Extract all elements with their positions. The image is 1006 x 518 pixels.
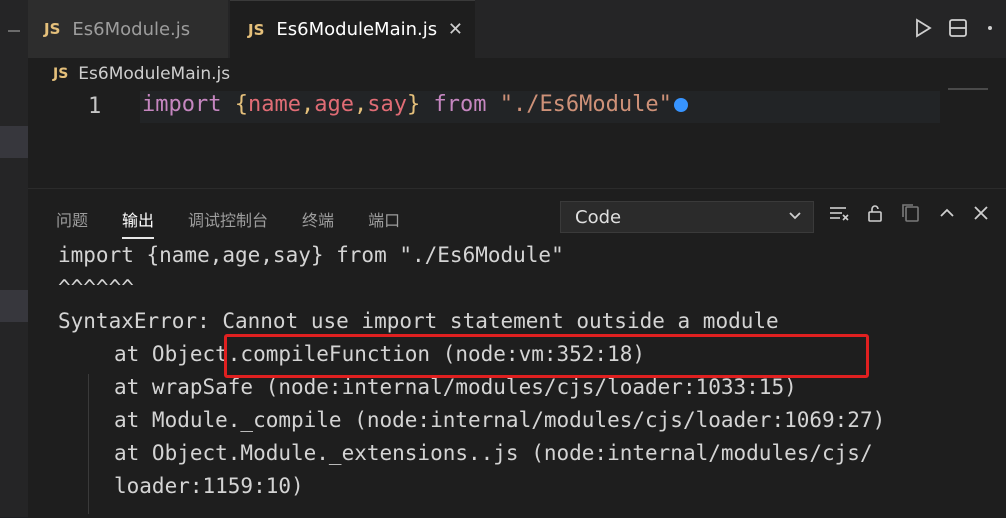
tab-ports[interactable]: 端口	[368, 207, 400, 239]
activity-item-extensions[interactable]	[0, 290, 28, 322]
error-highlight-box	[224, 334, 869, 378]
brace-close: }	[406, 92, 421, 117]
chevron-down-icon	[787, 207, 803, 227]
close-icon[interactable]: ✕	[448, 19, 463, 40]
tab-output[interactable]: 输出	[122, 207, 155, 239]
output-line: ^^^^^^	[58, 276, 134, 300]
stack-line: at Module._compile (node:internal/module…	[114, 408, 886, 432]
more-icon[interactable]	[984, 18, 996, 43]
tab-label: Es6ModuleMain.js	[276, 19, 438, 40]
activity-item-explorer[interactable]	[0, 126, 28, 158]
copy-icon[interactable]	[900, 203, 922, 229]
output-line: import {name,age,say} from "./Es6Module"	[58, 243, 564, 267]
js-file-icon: JS	[53, 66, 69, 82]
tab-debug-console[interactable]: 调试控制台	[188, 207, 268, 239]
play-icon[interactable]	[914, 18, 932, 43]
close-icon[interactable]	[972, 203, 990, 229]
select-value: Code	[575, 206, 622, 228]
minimap[interactable]	[948, 88, 988, 90]
panel-tabs: 问题 输出 调试控制台 终端 端口	[56, 207, 400, 239]
breadcrumb[interactable]: JS Es6ModuleMain.js	[53, 64, 230, 84]
code-line[interactable]: import {name,age,say} from "./Es6Module"	[142, 92, 688, 117]
comma: ,	[353, 92, 368, 117]
ident-age: age	[314, 92, 354, 117]
breadcrumb-file[interactable]: Es6ModuleMain.js	[78, 64, 230, 84]
tab-problems[interactable]: 问题	[56, 207, 88, 239]
ident-say: say	[367, 92, 407, 117]
tab-terminal[interactable]: 终端	[302, 207, 334, 239]
clear-output-icon[interactable]	[828, 203, 850, 229]
panel-actions	[828, 203, 990, 229]
tab-label: Es6Module.js	[72, 18, 191, 40]
chevron-up-icon[interactable]	[938, 203, 956, 229]
bottom-panel: 问题 输出 调试控制台 终端 端口 Code import {name,age,…	[28, 188, 1006, 518]
lightbulb-icon[interactable]	[673, 98, 688, 112]
string-module: "./Es6Module"	[499, 92, 672, 117]
split-editor-icon[interactable]	[948, 18, 968, 43]
keyword-import: import	[142, 92, 222, 117]
activity-bar	[0, 0, 28, 517]
tab-bar: JS Es6Module.js JS Es6ModuleMain.js ✕	[28, 0, 1006, 58]
tab-es6module[interactable]: JS Es6Module.js	[28, 0, 228, 58]
keyword-from: from	[433, 92, 487, 117]
ident-name: name	[247, 92, 301, 117]
js-file-icon: JS	[44, 20, 61, 38]
editor-area[interactable]: JS Es6ModuleMain.js 1 import {name,age,s…	[28, 58, 1006, 188]
tab-es6modulemain[interactable]: JS Es6ModuleMain.js ✕	[230, 0, 475, 58]
editor-toolbar	[914, 18, 996, 43]
lock-icon[interactable]	[866, 203, 884, 229]
stack-line: at Object.Module._extensions..js (node:i…	[114, 441, 873, 465]
js-file-icon: JS	[248, 20, 265, 39]
comma: ,	[300, 92, 315, 117]
brace-open: {	[234, 92, 248, 117]
output-channel-select[interactable]: Code	[560, 201, 814, 233]
stack-line: loader:1159:10)	[114, 474, 304, 498]
activity-dash	[8, 30, 20, 32]
line-number: 1	[88, 94, 102, 119]
